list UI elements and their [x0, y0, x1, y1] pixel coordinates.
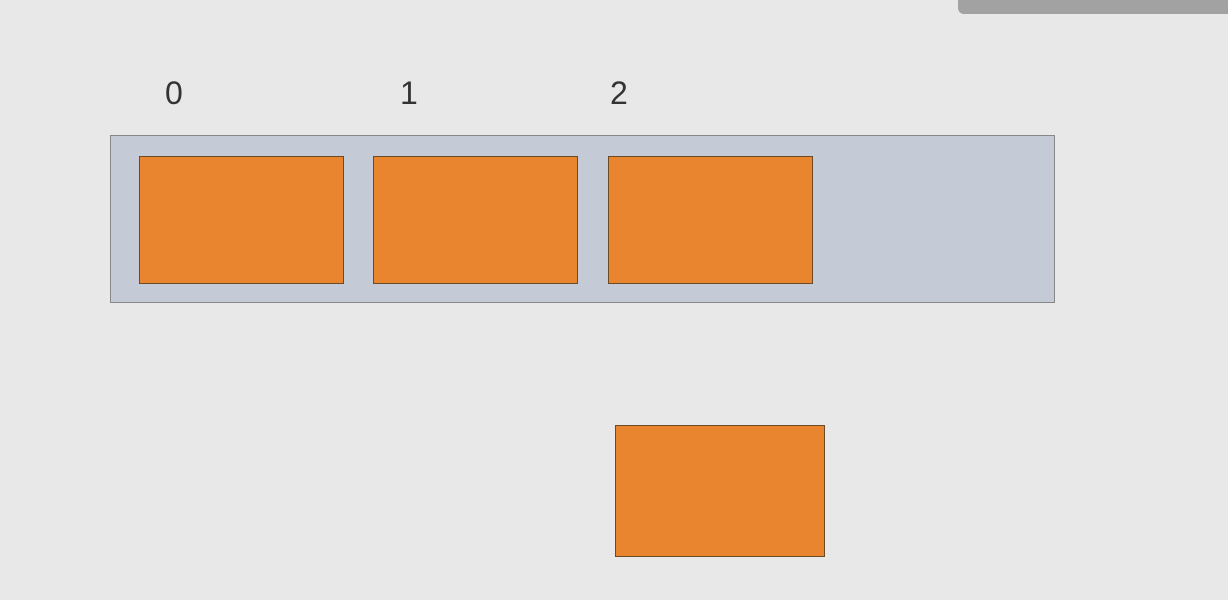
- index-label-0: 0: [110, 75, 345, 112]
- array-cell-2: [608, 156, 813, 284]
- array-container: [110, 135, 1055, 303]
- array-cell-1: [373, 156, 578, 284]
- array-cell-0: [139, 156, 344, 284]
- standalone-cell: [615, 425, 825, 557]
- top-corner-strip: [958, 0, 1228, 14]
- index-label-1: 1: [345, 75, 580, 112]
- index-label-2: 2: [580, 75, 790, 112]
- index-labels-row: 0 1 2: [110, 75, 790, 112]
